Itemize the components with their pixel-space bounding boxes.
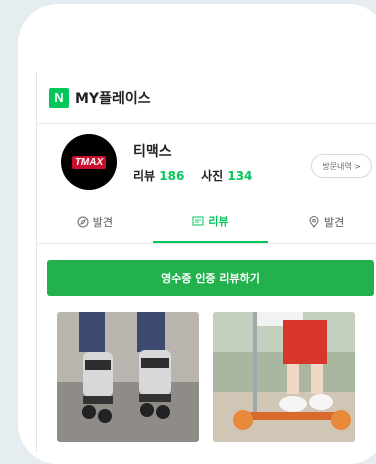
tab-discover-label: 발견 bbox=[92, 215, 113, 229]
tab-place[interactable]: 발견 bbox=[268, 200, 376, 243]
profile-name: 티맥스 bbox=[133, 143, 172, 160]
app-header: N MY플레이스 bbox=[37, 72, 376, 124]
tab-place-label: 발견 bbox=[324, 215, 345, 229]
avatar[interactable]: TMAX bbox=[61, 134, 117, 190]
review-photo-inline-skates[interactable] bbox=[57, 312, 199, 442]
photo-grid bbox=[57, 312, 376, 442]
app-screen: N MY플레이스 TMAX 티맥스 리뷰 186 사진 134 방문내역 > 발… bbox=[36, 72, 376, 452]
profile-info: 티맥스 리뷰 186 사진 134 bbox=[133, 141, 252, 184]
profile-stats: 리뷰 186 사진 134 bbox=[133, 167, 252, 184]
tab-discover[interactable]: 발견 bbox=[37, 200, 153, 243]
phone-frame: N MY플레이스 TMAX 티맥스 리뷰 186 사진 134 방문내역 > 발… bbox=[18, 4, 376, 464]
avatar-logo-text: TMAX bbox=[71, 155, 107, 169]
photo-count: 134 bbox=[227, 168, 253, 183]
receipt-review-button[interactable]: 영수증 인증 리뷰하기 bbox=[47, 260, 374, 296]
profile-section: TMAX 티맥스 리뷰 186 사진 134 방문내역 > bbox=[37, 124, 376, 200]
naver-logo: N bbox=[49, 87, 69, 108]
tab-review[interactable]: 리뷰 bbox=[152, 200, 269, 243]
visit-history-button[interactable]: 방문내역 > bbox=[311, 154, 372, 178]
compass-icon bbox=[77, 216, 89, 227]
review-count: 186 bbox=[159, 168, 185, 183]
review-icon bbox=[192, 216, 204, 225]
tab-review-label: 리뷰 bbox=[208, 214, 229, 228]
review-photo-scooter[interactable] bbox=[213, 312, 355, 442]
pin-icon bbox=[309, 215, 319, 228]
page-title: MY플레이스 bbox=[75, 90, 151, 107]
photo-label: 사진 bbox=[201, 168, 224, 183]
review-label: 리뷰 bbox=[133, 168, 156, 183]
tab-bar: 발견 리뷰 발견 bbox=[37, 200, 376, 244]
